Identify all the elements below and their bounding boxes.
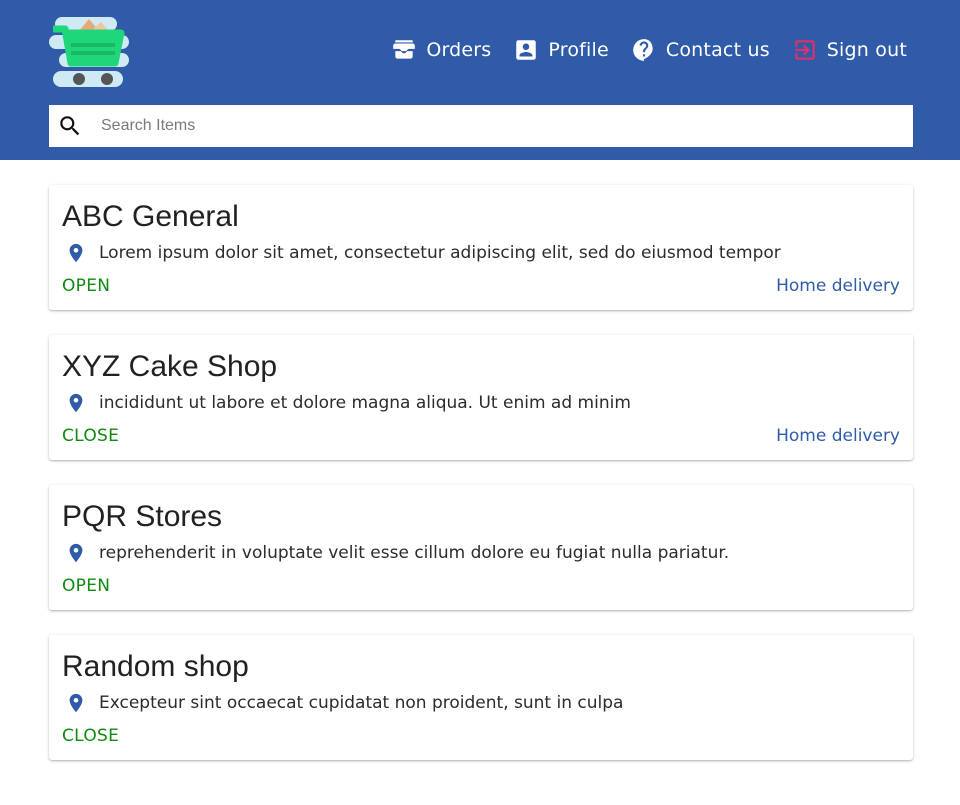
nav-contact-us-label: Contact us xyxy=(665,39,770,61)
help-icon xyxy=(633,39,653,61)
home-delivery-label: Home delivery xyxy=(776,426,900,446)
shop-card[interactable]: ABC General Lorem ipsum dolor sit amet, … xyxy=(49,185,913,310)
shop-card[interactable]: XYZ Cake Shop incididunt ut labore et do… xyxy=(49,335,913,460)
nav-orders[interactable]: Orders xyxy=(391,37,491,63)
shop-status: OPEN xyxy=(62,276,111,296)
shopping-cart-icon[interactable] xyxy=(49,13,129,91)
location-pin-icon xyxy=(69,393,83,413)
shop-name: Random shop xyxy=(62,650,249,683)
shop-name: ABC General xyxy=(62,200,239,233)
shop-status: OPEN xyxy=(62,576,111,596)
nav-profile[interactable]: Profile xyxy=(513,37,609,63)
app-header: Orders Profile Contact us Sign out xyxy=(0,0,960,160)
main-nav: Orders Profile Contact us Sign out xyxy=(369,34,907,66)
shop-address: Excepteur sint occaecat cupidatat non pr… xyxy=(99,693,624,713)
shop-address: incididunt ut labore et dolore magna ali… xyxy=(99,393,631,413)
shop-name: XYZ Cake Shop xyxy=(62,350,278,383)
shop-address: reprehenderit in voluptate velit esse ci… xyxy=(99,543,730,563)
account-box-icon xyxy=(516,40,537,60)
location-pin-icon xyxy=(69,543,83,563)
nav-sign-out[interactable]: Sign out xyxy=(792,37,907,63)
nav-contact-us[interactable]: Contact us xyxy=(631,37,770,63)
inbox-icon xyxy=(393,40,416,59)
sign-out-icon xyxy=(795,40,815,60)
search-bar xyxy=(49,105,913,147)
location-pin-icon xyxy=(69,243,83,263)
nav-orders-label: Orders xyxy=(426,39,492,61)
nav-profile-label: Profile xyxy=(548,39,609,61)
search-icon[interactable] xyxy=(57,113,83,139)
shop-card[interactable]: PQR Stores reprehenderit in voluptate ve… xyxy=(49,485,913,610)
search-input[interactable] xyxy=(101,105,901,147)
shop-card[interactable]: Random shop Excepteur sint occaecat cupi… xyxy=(49,635,913,760)
shop-address: Lorem ipsum dolor sit amet, consectetur … xyxy=(99,243,781,263)
shop-status: CLOSE xyxy=(62,426,120,446)
shop-list: ABC General Lorem ipsum dolor sit amet, … xyxy=(49,185,913,785)
home-delivery-label: Home delivery xyxy=(776,276,900,296)
location-pin-icon xyxy=(69,693,83,713)
nav-sign-out-label: Sign out xyxy=(826,39,907,61)
shop-status: CLOSE xyxy=(62,726,120,746)
shop-name: PQR Stores xyxy=(62,500,223,533)
